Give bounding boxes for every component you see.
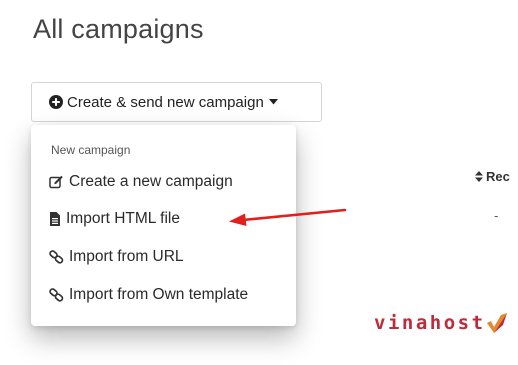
caret-down-icon — [268, 99, 278, 105]
link-icon — [49, 250, 64, 264]
create-send-campaign-label: Create & send new campaign — [67, 93, 264, 111]
check-mark-icon — [486, 313, 507, 333]
plus-circle-icon — [49, 95, 63, 109]
menu-item-label: Create a new campaign — [69, 173, 233, 190]
file-icon — [50, 212, 60, 226]
watermark-logo: vinahost — [374, 309, 508, 337]
table-cell: - — [494, 208, 499, 223]
page-title: All campaigns — [33, 14, 204, 44]
menu-item-import-html[interactable]: Import HTML file — [49, 206, 180, 232]
edit-icon — [49, 175, 63, 189]
menu-item-label: Import from Own template — [69, 286, 249, 303]
menu-item-create-campaign[interactable]: Create a new campaign — [49, 169, 233, 195]
menu-item-import-template[interactable]: Import from Own template — [49, 282, 248, 308]
menu-item-label: Import HTML file — [66, 210, 180, 227]
annotation-arrow — [229, 208, 347, 226]
sort-icon — [475, 171, 483, 182]
create-send-campaign-button[interactable]: Create & send new campaign — [31, 82, 322, 122]
page: All campaigns Create & send new campaign… — [0, 0, 518, 365]
watermark-text: vinahost — [374, 312, 486, 334]
menu-header: New campaign — [51, 143, 131, 157]
column-header-label: Rec — [486, 169, 510, 184]
table-column-header[interactable]: Rec — [475, 169, 510, 184]
menu-item-label: Import from URL — [69, 248, 184, 265]
menu-item-import-url[interactable]: Import from URL — [49, 244, 184, 270]
link-icon — [49, 288, 64, 302]
